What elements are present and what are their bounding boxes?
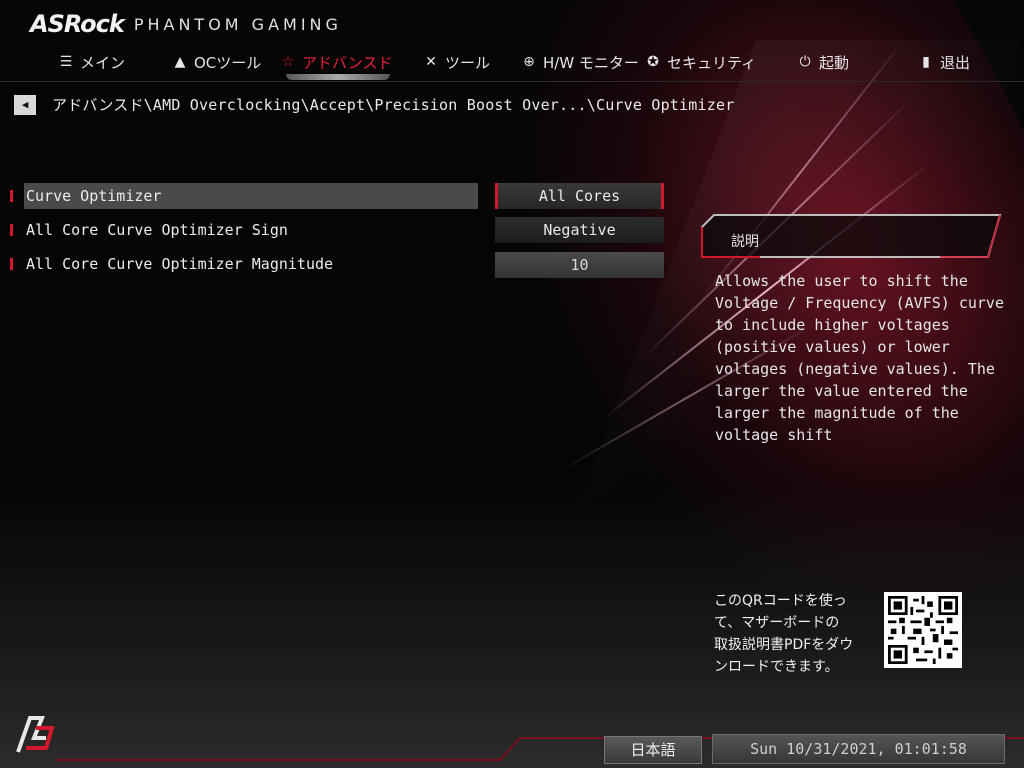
magnitude-input[interactable]: 10	[495, 252, 664, 278]
exit-door-icon: ▮	[922, 54, 930, 70]
setting-row-curve-optimizer[interactable]: Curve Optimizer	[10, 183, 478, 209]
shield-icon: ✪	[647, 54, 659, 70]
tab-boot[interactable]: ⏻ 起動	[797, 48, 849, 76]
tab-label: OCツール	[194, 53, 262, 72]
description-line: larger the value entered the	[715, 382, 968, 400]
row-marker	[10, 190, 13, 202]
description-line: to include higher voltages	[715, 316, 950, 334]
qr-caption-line: 取扱説明書PDFをダウ	[714, 637, 854, 653]
tab-label: 起動	[819, 53, 850, 72]
tab-exit[interactable]: ▮ 退出	[918, 48, 970, 76]
setting-label: All Core Curve Optimizer Sign	[26, 221, 288, 239]
tab-label: メイン	[80, 53, 126, 72]
tab-label: 退出	[940, 53, 971, 72]
setting-label: All Core Curve Optimizer Magnitude	[26, 255, 334, 273]
description-line: larger the magnitude of the	[715, 404, 959, 422]
rocket-icon: ▲	[174, 54, 186, 70]
sign-value[interactable]: Negative	[495, 217, 664, 243]
star-icon: ☆	[281, 54, 295, 70]
brand-subtitle: PHANTOM GAMING	[133, 14, 342, 34]
tab-label: アドバンスド	[302, 53, 393, 72]
setting-row-magnitude[interactable]: All Core Curve Optimizer Magnitude	[10, 251, 478, 277]
row-marker	[10, 258, 13, 270]
breadcrumb-path: アドバンスド\AMD Overclocking\Accept\Precision…	[52, 96, 735, 114]
qr-code	[884, 592, 962, 668]
language-selector[interactable]: 日本語	[604, 736, 702, 764]
description-line: voltages (negative values). The	[715, 360, 995, 378]
setting-row-sign[interactable]: All Core Curve Optimizer Sign	[10, 217, 478, 243]
description-line: (positive values) or lower	[715, 338, 950, 356]
asrock-logo: ASRock PHANTOM GAMING	[30, 10, 342, 38]
description-line: Allows the user to shift the	[715, 272, 968, 290]
tab-label: セキュリティ	[667, 53, 757, 72]
breadcrumb: ◀ アドバンスド\AMD Overclocking\Accept\Precisi…	[14, 94, 734, 115]
tab-label: H/W モニター	[543, 53, 639, 72]
description-text: Allows the user to shift the Voltage / F…	[715, 270, 1015, 446]
description-line: voltage shift	[715, 426, 833, 444]
qr-caption: このQRコードを使っ て、マザーボードの 取扱説明書PDFをダウ ンロードできま…	[714, 590, 853, 678]
back-button[interactable]: ◀	[14, 94, 36, 115]
setting-label: Curve Optimizer	[24, 183, 478, 209]
datetime-display: Sun 10/31/2021, 01:01:58	[712, 734, 1005, 764]
tab-security[interactable]: ✪ セキュリティ	[645, 48, 756, 76]
qr-caption-line: ンロードできます。	[714, 659, 839, 675]
active-tab-indicator	[286, 74, 390, 80]
curve-optimizer-value[interactable]: All Cores	[495, 183, 664, 209]
tab-oc-tools[interactable]: ▲ OCツール	[172, 48, 262, 76]
qr-caption-line: て、マザーボードの	[714, 615, 840, 631]
main-nav: ☰ メイン ▲ OCツール ☆ アドバンスド ✕ ツール ⊕ H/W モニター …	[0, 48, 1024, 78]
target-icon: ⊕	[523, 54, 535, 70]
row-marker	[10, 224, 13, 236]
tab-advanced[interactable]: ☆ アドバンスド	[280, 48, 393, 76]
description-line: Voltage / Frequency (AVFS) curve	[715, 294, 1004, 312]
back-arrow-icon: ◀	[21, 98, 29, 111]
tools-icon: ✕	[425, 54, 437, 70]
tab-hw-monitor[interactable]: ⊕ H/W モニター	[521, 48, 639, 76]
description-title: 説明	[731, 234, 759, 250]
power-icon: ⏻	[799, 54, 811, 70]
header-divider	[0, 81, 1024, 82]
list-icon: ☰	[59, 54, 73, 70]
tab-tools[interactable]: ✕ ツール	[423, 48, 490, 76]
tab-main[interactable]: ☰ メイン	[58, 48, 125, 76]
qr-caption-line: このQRコードを使っ	[714, 593, 847, 609]
brand-name: ASRock	[30, 10, 125, 38]
tab-label: ツール	[445, 53, 491, 72]
